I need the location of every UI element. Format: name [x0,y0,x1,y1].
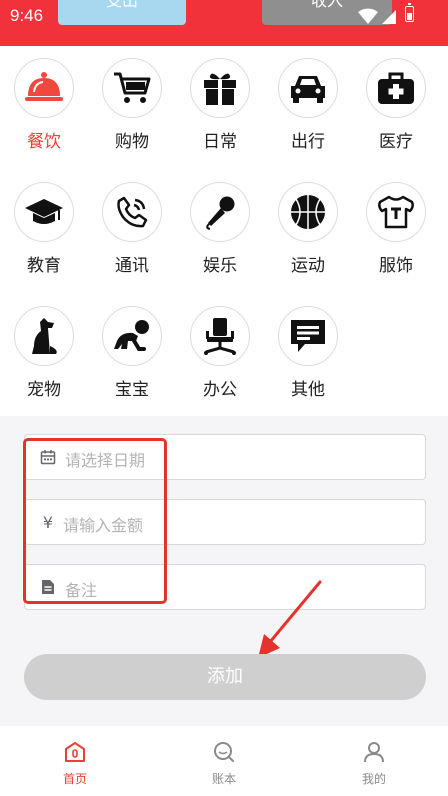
nav-profile[interactable]: 我的 [334,740,414,787]
category-label: 医疗 [379,132,413,152]
microphone-icon [190,182,250,242]
category-label: 餐饮 [27,132,61,152]
category-label: 通讯 [115,256,149,276]
header-bar: 支出 收入 9:46 [0,0,448,46]
category-office[interactable]: 办公 [180,306,260,400]
category-daily[interactable]: 日常 [180,58,260,152]
category-education[interactable]: 教育 [4,182,84,276]
nav-home[interactable]: 首页 [35,740,115,787]
bottom-nav: 首页 账本 我的 [0,726,448,796]
date-placeholder: 请选择日期 [65,451,146,470]
basketball-icon [278,182,338,242]
category-label: 出行 [291,132,325,152]
category-baby[interactable]: 宝宝 [92,306,172,400]
category-sports[interactable]: 运动 [268,182,348,276]
message-icon [278,306,338,366]
amount-field[interactable]: ¥ 请输入金额 [24,499,426,545]
yen-icon: ¥ [42,512,54,532]
category-label: 教育 [27,256,61,276]
nav-ledger[interactable]: 账本 [184,740,264,787]
document-icon [39,577,57,597]
category-label: 娱乐 [203,256,237,276]
cart-icon [102,58,162,118]
category-travel[interactable]: 出行 [268,58,348,152]
amount-placeholder: 请输入金额 [63,516,144,535]
category-grid: 餐饮 购物 日常 出行 医疗 教育 通讯 娱乐 运动 服饰 宠物 宝宝 办公 其… [0,46,448,416]
nav-label: 我的 [361,772,386,786]
medkit-icon [366,58,426,118]
dog-icon [14,306,74,366]
gift-icon [190,58,250,118]
category-label: 办公 [203,380,237,400]
nav-label: 账本 [211,772,236,786]
tab-expense[interactable]: 支出 [58,0,186,25]
category-shopping[interactable]: 购物 [92,58,172,152]
category-label: 其他 [291,380,325,400]
category-entertainment[interactable]: 娱乐 [180,182,260,276]
category-medical[interactable]: 医疗 [356,58,436,152]
category-pets[interactable]: 宠物 [4,306,84,400]
category-dining[interactable]: 餐饮 [4,58,84,152]
user-icon [364,742,384,763]
cloche-icon [14,58,74,118]
home-icon [65,742,85,762]
battery-icon [405,3,414,22]
tshirt-icon [366,182,426,242]
search-icon [214,742,234,762]
category-label: 运动 [291,256,325,276]
add-button[interactable]: 添加 [24,654,426,700]
status-time: 9:46 [10,6,44,25]
category-clothing[interactable]: 服饰 [356,182,436,276]
date-field[interactable]: 请选择日期 [24,434,426,480]
category-other[interactable]: 其他 [268,306,348,400]
category-label: 宠物 [27,380,61,400]
nav-label: 首页 [62,772,87,786]
graduation-cap-icon [14,182,74,242]
office-chair-icon [190,306,250,366]
category-label: 宝宝 [115,380,149,400]
annotation-arrow [258,580,322,658]
baby-icon [102,306,162,366]
phone-icon [102,182,162,242]
note-field[interactable]: 备注 [24,564,426,610]
category-label: 服饰 [379,256,413,276]
car-icon [278,58,338,118]
category-communication[interactable]: 通讯 [92,182,172,276]
wifi-signal-icon [358,8,396,24]
category-label: 日常 [203,132,237,152]
note-placeholder: 备注 [65,581,98,600]
category-label: 购物 [115,132,149,152]
calendar-icon [39,447,57,467]
